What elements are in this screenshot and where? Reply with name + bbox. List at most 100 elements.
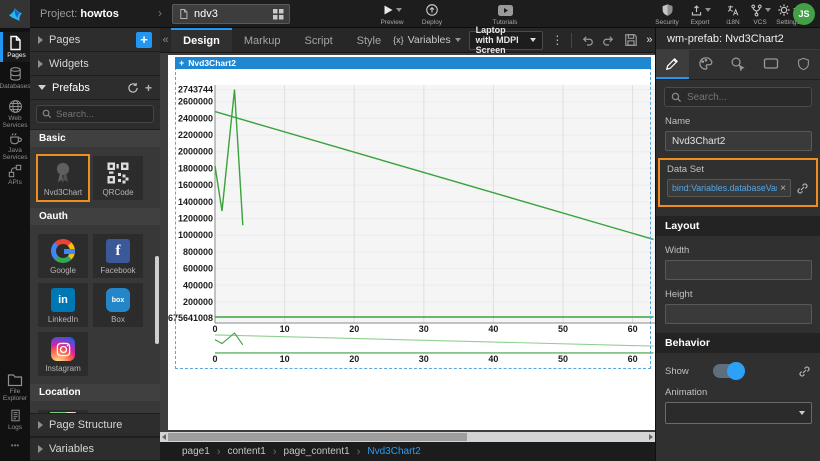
crumb-content1[interactable]: content1 [227,446,265,457]
clear-binding-icon[interactable]: × [780,183,786,194]
properties-panel: wm-prefab: Nvd3Chart2 Name Data Set bind… [655,28,820,461]
scrollbar-thumb[interactable] [168,433,467,441]
prefab-google[interactable]: Google [38,234,88,278]
show-toggle[interactable] [713,364,743,378]
accordion-widgets[interactable]: Widgets [30,52,160,76]
height-input[interactable] [665,304,812,324]
accordion-page-structure[interactable]: Page Structure [30,413,160,437]
accordion-pages[interactable]: Pages + [30,28,160,52]
bind-link-icon[interactable] [796,182,809,195]
breadcrumb-chevron: › [158,6,162,20]
rail-item-file-explorer[interactable]: File Explorer [0,373,30,403]
width-label: Width [665,245,811,256]
design-canvas[interactable]: 2743744260000024000002200000200000018000… [168,55,655,430]
tab-script[interactable]: Script [293,28,345,52]
section-behavior: Behavior [656,333,820,353]
tab-device[interactable] [754,50,787,79]
redo-icon [602,34,616,47]
save-button[interactable] [624,33,638,47]
tab-design[interactable]: Design [171,28,232,52]
accordion-prefabs[interactable]: Prefabs + [30,76,160,100]
rail-item-apis[interactable]: APIs [0,164,30,186]
device-selector[interactable]: Laptop with MDPI Screen [469,31,544,50]
crumb-page-content1[interactable]: page_content1 [284,446,350,457]
tab-styles[interactable] [689,50,722,79]
scroll-right-arrow[interactable] [649,434,653,440]
width-input[interactable] [665,260,812,280]
rail-item-pages[interactable]: Pages [0,32,30,62]
logs-icon [9,408,22,423]
caret-down-icon [396,8,402,12]
svg-text:1600000: 1600000 [178,180,213,190]
svg-text:2600000: 2600000 [178,97,213,107]
widget-title: Nvd3Chart2 [188,58,236,68]
page-file-icon [178,8,189,20]
svg-text:800000: 800000 [183,247,213,257]
prefab-search [30,100,160,130]
left-panel-scrollbar[interactable] [155,256,159,344]
prefab-qrcode[interactable]: QRCode [93,156,143,200]
rail-item-databases[interactable]: Databases [0,66,30,90]
open-page-tab[interactable]: ndv3 [172,4,290,24]
svg-text:2400000: 2400000 [178,113,213,123]
import-prefab-button[interactable]: + [145,81,152,95]
name-input[interactable] [665,131,812,151]
rail-item-web-services[interactable]: Web Services [0,99,30,130]
crumb-nvd3chart2[interactable]: Nvd3Chart2 [367,446,420,457]
tutorials-button[interactable]: Tutorials [483,3,527,26]
accordion-variables[interactable]: Variables [30,437,160,461]
tab-style[interactable]: Style [345,28,393,52]
more-dots-icon: ••• [11,441,19,450]
scroll-left-arrow[interactable] [162,434,166,440]
rail-item-logs[interactable]: Logs [0,408,30,431]
chevron-right-icon [38,60,43,68]
tab-markup[interactable]: Markup [232,28,293,52]
prefab-nvd3chart[interactable]: Nvd3Chart [38,156,88,200]
prefab-facebook[interactable]: f Facebook [93,234,143,278]
gear-icon [777,3,791,17]
app-logo[interactable] [0,0,30,28]
svg-text:50: 50 [558,354,568,364]
palette-icon [698,56,713,71]
collapse-left-panel-button[interactable]: « [160,28,171,52]
tab-security[interactable] [787,50,820,79]
user-avatar[interactable]: JS [793,3,815,25]
search-pointer-icon [730,56,745,71]
inspector-tabs [656,50,820,80]
dashboard-grid-icon[interactable] [273,9,284,20]
widget-breadcrumb: page1 › content1 › page_content1 › Nvd3C… [160,442,655,461]
variables-button[interactable]: {x} Variables [393,34,461,46]
property-search-input[interactable] [687,92,805,103]
left-panel: Pages + Widgets Prefabs + Basic [30,28,160,461]
show-label: Show [665,366,713,377]
deploy-button[interactable]: Deploy [410,3,454,26]
dataset-group-highlight: Data Set bind:Variables.databaseVariable… [658,158,818,207]
preview-button[interactable]: Preview [370,3,414,26]
prefab-box[interactable]: box Box [93,283,143,327]
crumb-page1[interactable]: page1 [182,446,210,457]
tab-properties[interactable] [656,50,689,79]
dataset-input[interactable]: bind:Variables.databaseVariable1.dataS × [667,179,791,197]
caret-down-icon [530,38,536,42]
animation-select[interactable] [665,402,812,424]
rail-item-java-services[interactable]: Java Services [0,131,30,162]
tab-events[interactable] [722,50,755,79]
redo-button[interactable] [602,34,616,47]
prefab-linkedin[interactable]: in LinkedIn [38,283,88,327]
add-page-button[interactable]: + [136,32,152,48]
bind-link-icon[interactable] [798,365,811,378]
undo-button[interactable] [580,34,594,47]
more-options-button[interactable]: ⋮ [551,33,563,47]
left-icon-rail: Pages Databases Web Services Java Servic… [0,28,30,461]
widget-header[interactable]: + Nvd3Chart2 [175,57,651,69]
prefab-instagram[interactable]: Instagram [38,332,88,376]
prefab-search-input[interactable] [56,109,148,120]
search-icon [42,109,52,119]
pages-icon [7,35,23,51]
editor-toolbar: « Design Markup Script Style {x} Variabl… [160,28,655,53]
svg-text:40: 40 [488,354,498,364]
refresh-icon[interactable] [127,82,139,94]
rail-more-button[interactable]: ••• [0,441,30,450]
collapse-right-panel-button[interactable]: » [646,34,653,46]
horizontal-scrollbar[interactable] [160,432,655,442]
